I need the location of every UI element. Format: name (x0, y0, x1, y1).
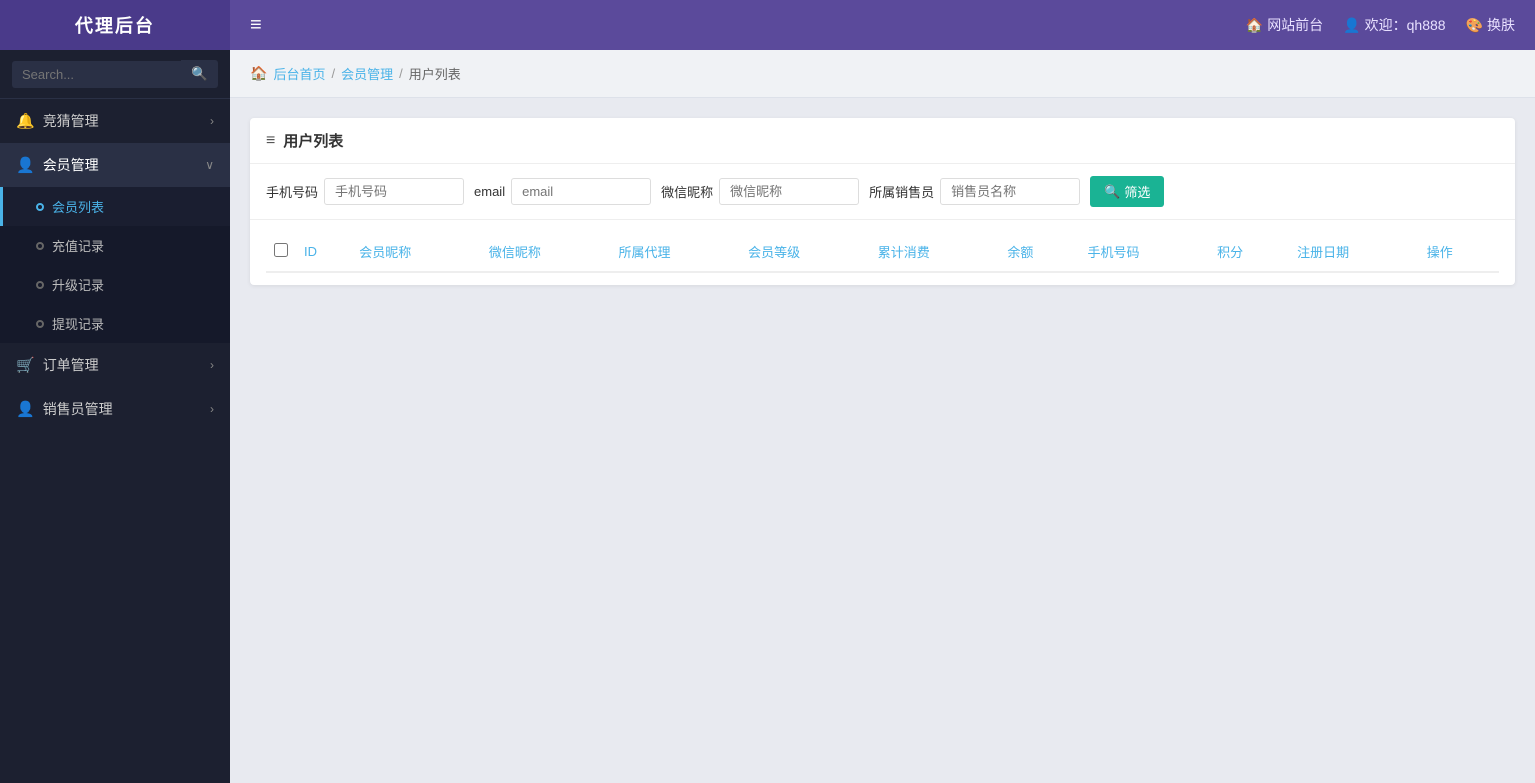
card-header: ≡ 用户列表 (250, 118, 1515, 164)
dot-icon (36, 281, 44, 289)
filter-group-wechat: 微信昵称 (661, 178, 859, 205)
email-input[interactable] (511, 178, 651, 205)
sidebar-nav: 🔔 竞猜管理 › 👤 会员管理 ∨ 会员列表 (0, 99, 230, 783)
col-checkbox (266, 232, 296, 272)
skin-switch-button[interactable]: 🎨 换肤 (1466, 15, 1515, 35)
user-icon-nav: 👤 (16, 156, 35, 174)
chevron-right-icon: › (210, 114, 214, 128)
content-area: 🏠 后台首页 / 会员管理 / 用户列表 ≡ 用户列表 手机号码 (230, 50, 1535, 783)
dot-icon (36, 320, 44, 328)
sidebar-item-jingsai[interactable]: 🔔 竞猜管理 › (0, 99, 230, 143)
salesman-input[interactable] (940, 178, 1080, 205)
col-total-spend: 累计消费 (870, 232, 1000, 272)
select-all-checkbox[interactable] (274, 243, 288, 257)
sidebar: 🔍 🔔 竞猜管理 › 👤 会员管理 ∨ (0, 50, 230, 783)
breadcrumb-level1-link[interactable]: 会员管理 (341, 64, 393, 83)
sidebar-item-tixian[interactable]: 提现记录 (0, 304, 230, 343)
menu-toggle[interactable]: ≡ (230, 14, 282, 37)
col-points: 积分 (1209, 232, 1289, 272)
header-right: 🏠 网站前台 👤 欢迎：qh888 🎨 换肤 (1246, 15, 1535, 35)
skin-icon: 🎨 (1466, 17, 1483, 34)
table-header: ID 会员昵称 微信昵称 所属代理 会员等级 累计消费 余额 手机号码 积分 注… (266, 232, 1499, 272)
filter-group-phone: 手机号码 (266, 178, 464, 205)
col-reg-date: 注册日期 (1289, 232, 1419, 272)
chevron-down-icon: ∨ (205, 158, 214, 172)
col-level: 会员等级 (740, 232, 870, 272)
search-button[interactable]: 🔍 (181, 60, 218, 88)
app-logo: 代理后台 (0, 0, 230, 50)
breadcrumb-current: 用户列表 (409, 64, 461, 83)
breadcrumb-sep1: / (331, 66, 335, 81)
website-front-link[interactable]: 🏠 网站前台 (1246, 15, 1323, 35)
col-actions: 操作 (1419, 232, 1499, 272)
order-icon: 🛒 (16, 356, 35, 374)
bell-icon: 🔔 (16, 112, 35, 130)
sidebar-item-label: 会员管理 (43, 155, 99, 175)
sidebar-item-chongzhi[interactable]: 充值记录 (0, 226, 230, 265)
wechat-input[interactable] (719, 178, 859, 205)
filter-button[interactable]: 🔍 筛选 (1090, 176, 1164, 207)
home-icon: 🏠 (250, 65, 267, 82)
breadcrumb-home-link[interactable]: 后台首页 (273, 64, 325, 83)
sidebar-item-label: 销售员管理 (43, 399, 113, 419)
search-icon: 🔍 (1104, 184, 1120, 200)
col-agent: 所属代理 (611, 232, 741, 272)
search-input[interactable] (12, 61, 181, 88)
dot-icon (36, 242, 44, 250)
dot-icon (36, 203, 44, 211)
user-icon: 👤 (1343, 17, 1360, 34)
sidebar-item-huiyuan[interactable]: 👤 会员管理 ∨ (0, 143, 230, 187)
phone-label: 手机号码 (266, 182, 318, 201)
sidebar-sub-label: 升级记录 (52, 275, 104, 294)
salesman-icon: 👤 (16, 400, 35, 418)
home-icon: 🏠 (1246, 17, 1263, 34)
top-header: 代理后台 ≡ 🏠 网站前台 👤 欢迎：qh888 🎨 换肤 (0, 0, 1535, 50)
col-id: ID (296, 232, 351, 272)
page-body: ≡ 用户列表 手机号码 email 微信昵称 (230, 98, 1535, 305)
breadcrumb: 🏠 后台首页 / 会员管理 / 用户列表 (230, 50, 1535, 98)
sidebar-item-xiaoshou[interactable]: 👤 销售员管理 › (0, 387, 230, 431)
sidebar-item-shengji[interactable]: 升级记录 (0, 265, 230, 304)
sidebar-item-dingdan[interactable]: 🛒 订单管理 › (0, 343, 230, 387)
breadcrumb-sep2: / (399, 66, 403, 81)
col-wechat: 微信昵称 (481, 232, 611, 272)
salesman-label: 所属销售员 (869, 182, 934, 201)
col-phone: 手机号码 (1079, 232, 1209, 272)
user-table: ID 会员昵称 微信昵称 所属代理 会员等级 累计消费 余额 手机号码 积分 注… (266, 232, 1499, 273)
sidebar-sub-label: 会员列表 (52, 197, 104, 216)
sidebar-sub-label: 提现记录 (52, 314, 104, 333)
main-layout: 🔍 🔔 竞猜管理 › 👤 会员管理 ∨ (0, 50, 1535, 783)
email-label: email (474, 184, 505, 199)
table-wrap: ID 会员昵称 微信昵称 所属代理 会员等级 累计消费 余额 手机号码 积分 注… (250, 220, 1515, 285)
sidebar-search-area: 🔍 (0, 50, 230, 99)
filter-group-email: email (474, 178, 651, 205)
wechat-label: 微信昵称 (661, 182, 713, 201)
list-icon: ≡ (266, 132, 275, 150)
main-card: ≡ 用户列表 手机号码 email 微信昵称 (250, 118, 1515, 285)
filter-group-salesman: 所属销售员 (869, 178, 1080, 205)
col-balance: 余额 (999, 232, 1079, 272)
sidebar-item-label: 竞猜管理 (43, 111, 99, 131)
col-nickname: 会员昵称 (351, 232, 481, 272)
sidebar-item-label: 订单管理 (43, 355, 99, 375)
welcome-label: 👤 欢迎：qh888 (1343, 15, 1445, 35)
phone-input[interactable] (324, 178, 464, 205)
chevron-right-icon: › (210, 358, 214, 372)
sidebar-sub-label: 充值记录 (52, 236, 104, 255)
page-title: 用户列表 (283, 130, 343, 151)
sidebar-item-huiyuan-list[interactable]: 会员列表 (0, 187, 230, 226)
chevron-right-icon: › (210, 402, 214, 416)
sidebar-submenu-huiyuan: 会员列表 充值记录 升级记录 提现记录 (0, 187, 230, 343)
filter-bar: 手机号码 email 微信昵称 所属销售员 (250, 164, 1515, 220)
